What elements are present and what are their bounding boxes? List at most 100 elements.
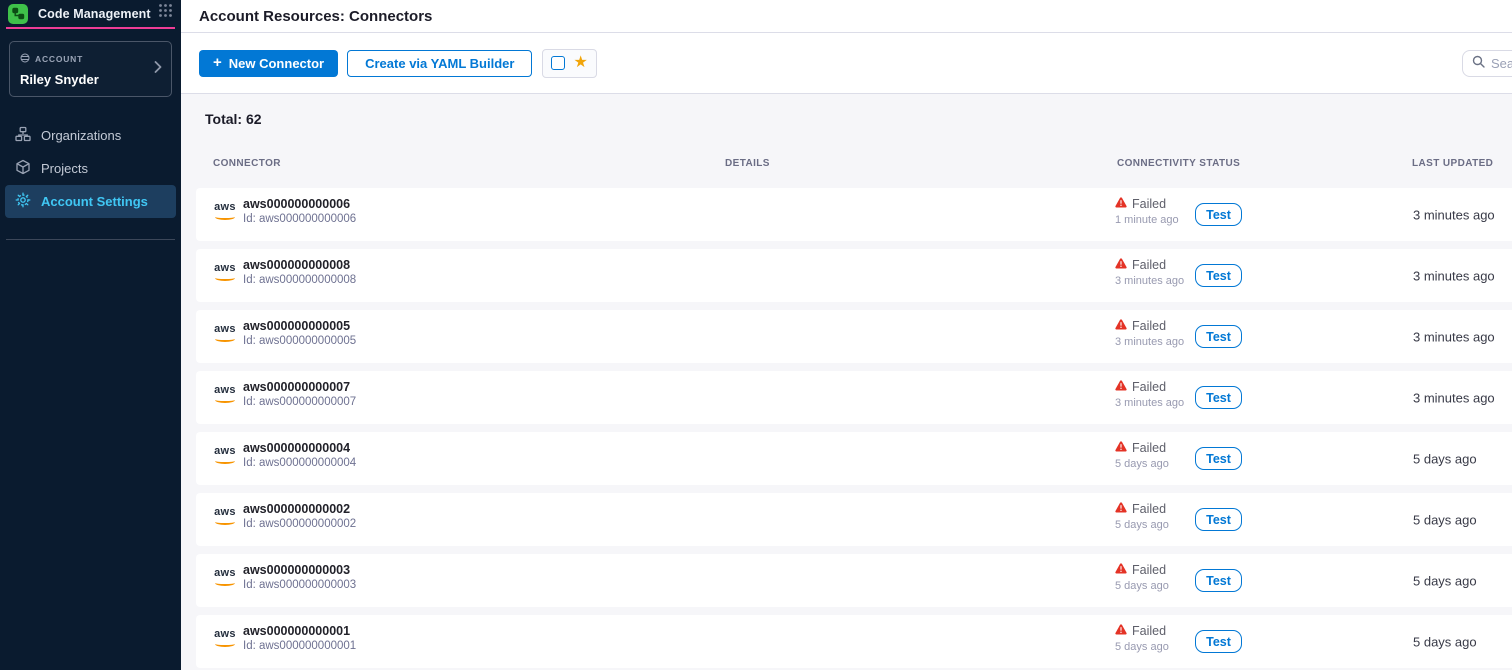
warning-triangle-icon (1115, 563, 1127, 577)
connector-row[interactable]: aws aws000000000007 Id: aws000000000007 … (196, 371, 1512, 424)
test-button[interactable]: Test (1195, 386, 1242, 409)
sidebar-item-label: Projects (41, 161, 88, 176)
aws-logo-icon: aws (212, 507, 238, 525)
connector-id: Id: aws000000000007 (243, 396, 356, 408)
favorites-checkbox[interactable] (551, 56, 565, 70)
test-button[interactable]: Test (1195, 203, 1242, 226)
module-switcher-grid-icon[interactable] (158, 3, 173, 23)
aws-logo-icon: aws (212, 385, 238, 403)
sidebar-item-label: Account Settings (41, 194, 148, 209)
code-management-logo-icon[interactable] (8, 4, 28, 24)
connector-name[interactable]: aws000000000004 (243, 441, 350, 455)
status-time: 3 minutes ago (1115, 336, 1184, 348)
status-label: Failed (1132, 319, 1166, 333)
status-label: Failed (1132, 441, 1166, 455)
test-button[interactable]: Test (1195, 447, 1242, 470)
connector-name[interactable]: aws000000000003 (243, 563, 350, 577)
last-updated: 3 minutes ago (1413, 329, 1495, 344)
last-updated: 5 days ago (1413, 634, 1477, 649)
status-label: Failed (1132, 502, 1166, 516)
connector-name[interactable]: aws000000000005 (243, 319, 350, 333)
aws-logo-icon: aws (212, 263, 238, 281)
connector-row[interactable]: aws aws000000000001 Id: aws000000000001 … (196, 615, 1512, 668)
connector-id: Id: aws000000000002 (243, 518, 356, 530)
test-button[interactable]: Test (1195, 569, 1242, 592)
aws-logo-icon: aws (212, 202, 238, 220)
column-header-last-updated: LAST UPDATED (1412, 158, 1493, 169)
total-value: 62 (246, 111, 262, 127)
connectivity-status: Failed (1115, 380, 1166, 394)
last-updated: 3 minutes ago (1413, 268, 1495, 283)
sidebar: Code Management ACCOUNT Riley Snyder (0, 0, 181, 670)
connector-row[interactable]: aws aws000000000002 Id: aws000000000002 … (196, 493, 1512, 546)
table-header: CONNECTOR DETAILS CONNECTIVITY STATUS LA… (181, 158, 1512, 172)
connector-id: Id: aws000000000003 (243, 579, 356, 591)
test-button[interactable]: Test (1195, 508, 1242, 531)
test-button[interactable]: Test (1195, 630, 1242, 653)
connectivity-status: Failed (1115, 624, 1166, 638)
new-connector-button[interactable]: + New Connector (199, 50, 338, 77)
sidebar-item-label: Organizations (41, 128, 121, 143)
connector-row[interactable]: aws aws000000000006 Id: aws000000000006 … (196, 188, 1512, 241)
star-icon[interactable]: ★ (573, 55, 587, 71)
status-label: Failed (1132, 380, 1166, 394)
create-via-yaml-builder-button[interactable]: Create via YAML Builder (347, 50, 532, 77)
connector-row[interactable]: aws aws000000000004 Id: aws000000000004 … (196, 432, 1512, 485)
sidebar-nav: Organizations Projects Account Settings (0, 119, 181, 218)
connector-name[interactable]: aws000000000006 (243, 197, 350, 211)
module-accent-divider (6, 27, 175, 29)
warning-triangle-icon (1115, 258, 1127, 272)
connectivity-status: Failed (1115, 563, 1166, 577)
warning-triangle-icon (1115, 624, 1127, 638)
warning-triangle-icon (1115, 441, 1127, 455)
status-label: Failed (1132, 624, 1166, 638)
test-button[interactable]: Test (1195, 264, 1242, 287)
warning-triangle-icon (1115, 197, 1127, 211)
connector-row[interactable]: aws aws000000000008 Id: aws000000000008 … (196, 249, 1512, 302)
status-time: 1 minute ago (1115, 214, 1179, 226)
favorites-filter-group: ★ (542, 49, 596, 78)
connector-id: Id: aws000000000006 (243, 213, 356, 225)
aws-logo-icon: aws (212, 446, 238, 464)
connector-name[interactable]: aws000000000001 (243, 624, 350, 638)
sidebar-item-account-settings[interactable]: Account Settings (5, 185, 176, 218)
page-header: Account Resources: Connectors (181, 0, 1512, 33)
connector-name[interactable]: aws000000000008 (243, 258, 350, 272)
account-label-row: ACCOUNT (20, 50, 161, 68)
account-label: ACCOUNT (35, 54, 83, 64)
connectivity-status: Failed (1115, 319, 1166, 333)
page-title: Account Resources: Connectors (199, 8, 432, 25)
status-time: 3 minutes ago (1115, 275, 1184, 287)
new-connector-label: New Connector (229, 56, 324, 71)
sidebar-item-organizations[interactable]: Organizations (5, 119, 176, 152)
status-label: Failed (1132, 563, 1166, 577)
status-time: 5 days ago (1115, 458, 1169, 470)
org-chart-icon (15, 126, 31, 145)
connector-name[interactable]: aws000000000002 (243, 502, 350, 516)
test-button[interactable]: Test (1195, 325, 1242, 348)
column-header-connector: CONNECTOR (213, 158, 281, 169)
last-updated: 5 days ago (1413, 451, 1477, 466)
account-selector[interactable]: ACCOUNT Riley Snyder (9, 41, 172, 97)
column-header-connectivity-status: CONNECTIVITY STATUS (1117, 158, 1240, 169)
cube-icon (15, 159, 31, 178)
account-name: Riley Snyder (20, 72, 161, 87)
aws-logo-icon: aws (212, 568, 238, 586)
last-updated: 5 days ago (1413, 512, 1477, 527)
connector-row[interactable]: aws aws000000000003 Id: aws000000000003 … (196, 554, 1512, 607)
total-count: Total: 62 (205, 111, 262, 127)
search-input[interactable]: Search (1462, 50, 1512, 77)
column-header-details: DETAILS (725, 158, 770, 169)
connector-row[interactable]: aws aws000000000005 Id: aws000000000005 … (196, 310, 1512, 363)
main-panel: Account Resources: Connectors + New Conn… (181, 0, 1512, 670)
module-title: Code Management (38, 7, 151, 21)
connector-name[interactable]: aws000000000007 (243, 380, 350, 394)
connectivity-status: Failed (1115, 197, 1166, 211)
app-window: Code Management ACCOUNT Riley Snyder (0, 0, 1512, 670)
sidebar-item-projects[interactable]: Projects (5, 152, 176, 185)
aws-logo-icon: aws (212, 324, 238, 342)
connector-rows: aws aws000000000006 Id: aws000000000006 … (196, 188, 1512, 670)
sidebar-header: Code Management (0, 0, 181, 25)
warning-triangle-icon (1115, 319, 1127, 333)
warning-triangle-icon (1115, 380, 1127, 394)
